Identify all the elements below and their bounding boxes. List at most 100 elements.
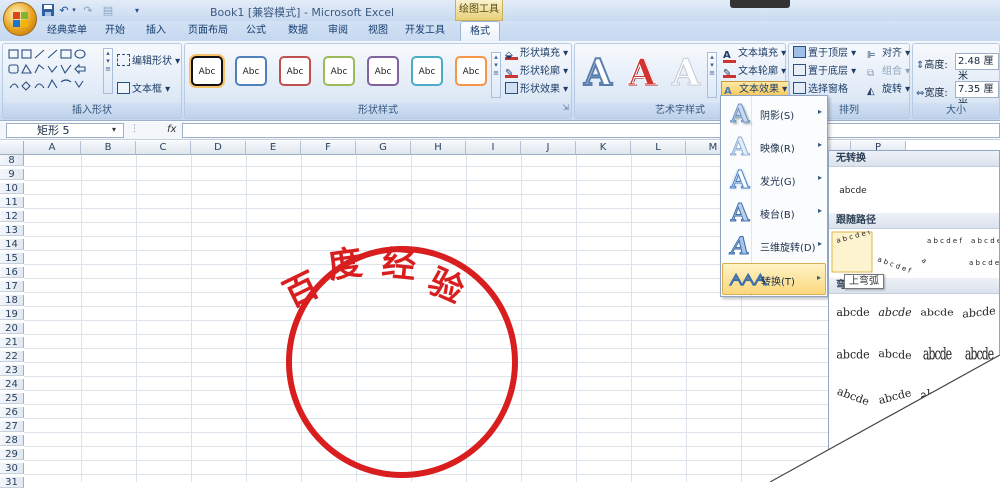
shape-style-swatch[interactable]: Abc (455, 56, 487, 86)
menu-item-shadow[interactable]: A 阴影(S) ▸ (722, 98, 826, 130)
window-controls[interactable] (730, 0, 790, 8)
wordart-gallery-scroll[interactable]: ▴ ▾ ≡ (707, 52, 717, 98)
row-header[interactable]: 23 (0, 365, 24, 376)
name-box[interactable]: 矩形 5 (6, 123, 124, 138)
row-header[interactable]: 29 (0, 449, 24, 460)
save-icon[interactable] (40, 3, 56, 18)
column-header[interactable]: D (191, 141, 246, 155)
row-header[interactable]: 24 (0, 379, 24, 390)
row-header[interactable]: 27 (0, 421, 24, 432)
group-button[interactable]: ⧉ 组合 ▾ (867, 64, 910, 80)
tab-home[interactable]: 开始 (97, 21, 133, 41)
width-input[interactable]: 7.35 厘米 (955, 81, 999, 110)
row-header[interactable]: 14 (0, 239, 24, 250)
height-input[interactable]: 2.48 厘米 (955, 53, 999, 82)
shape-style-swatch[interactable]: Abc (323, 56, 355, 86)
tab-review[interactable]: 审阅 (320, 21, 356, 41)
column-header[interactable]: G (356, 141, 411, 155)
column-header[interactable]: L (631, 141, 686, 155)
menu-item-transform[interactable]: ᗅᗅᗅ 转换(T) ▸ (722, 263, 826, 295)
row-header[interactable]: 19 (0, 309, 24, 320)
shape-gallery[interactable] (7, 48, 103, 94)
row-header[interactable]: 31 (0, 477, 24, 488)
column-header[interactable]: F (301, 141, 356, 155)
column-header[interactable]: J (521, 141, 576, 155)
tab-data[interactable]: 数据 (280, 21, 316, 41)
shape-fill-button[interactable]: ⬙ 形状填充 ▾ (505, 46, 568, 62)
row-header[interactable]: 21 (0, 337, 24, 348)
row-header[interactable]: 15 (0, 253, 24, 264)
row-header[interactable]: 28 (0, 435, 24, 446)
wordart-style-red-fill[interactable]: A (625, 54, 659, 93)
name-box-dropdown-icon[interactable]: ▾ (112, 125, 116, 134)
row-header[interactable]: 20 (0, 323, 24, 334)
text-outline-button[interactable]: ✎ 文本轮廓 ▾ (723, 64, 786, 80)
row-header[interactable]: 8 (0, 155, 24, 166)
shape-effects-button[interactable]: 形状效果 ▾ (505, 82, 568, 98)
formula-input[interactable] (182, 123, 1000, 138)
row-header[interactable]: 25 (0, 393, 24, 404)
shape-effects-icon (505, 82, 518, 94)
send-to-back-button[interactable]: 置于底层 ▾ (793, 64, 856, 80)
column-header[interactable]: E (246, 141, 301, 155)
wordart-style-white-fill[interactable]: A (669, 54, 703, 93)
warp-option[interactable]: abcde (833, 295, 873, 331)
follow-path-options[interactable]: a b c d e f a b c d e f a b c d e f a a … (831, 231, 1000, 275)
shape-style-swatch[interactable]: Abc (279, 56, 311, 86)
column-header[interactable]: A (24, 141, 81, 155)
tab-developer[interactable]: 开发工具 (400, 21, 450, 41)
select-all-corner[interactable] (0, 141, 24, 155)
edit-shape-button[interactable]: 编辑形状 ▾ (117, 54, 180, 70)
menu-item-3d-rotation[interactable]: A 三维旋转(D) ▸ (722, 230, 826, 262)
menu-item-reflection[interactable]: A 映像(R) ▸ (722, 131, 826, 163)
row-header[interactable]: 13 (0, 225, 24, 236)
shape-outline-button[interactable]: ✎ 形状轮廓 ▾ (505, 64, 568, 80)
office-button[interactable] (3, 2, 37, 36)
tab-formulas[interactable]: 公式 (238, 21, 274, 41)
tab-classic-menu[interactable]: 经典菜单 (42, 21, 92, 41)
row-header[interactable]: 11 (0, 197, 24, 208)
print-preview-icon[interactable]: ▤ (100, 3, 116, 18)
row-header[interactable]: 22 (0, 351, 24, 362)
row-header[interactable]: 9 (0, 169, 24, 180)
insert-function-button[interactable]: fx (167, 124, 176, 135)
row-header[interactable]: 12 (0, 211, 24, 222)
column-header[interactable]: H (411, 141, 466, 155)
seal-stamp[interactable]: 百 度 经 验 (270, 240, 530, 482)
text-fill-button[interactable]: A 文本填充 ▾ (723, 46, 786, 63)
column-header[interactable]: I (466, 141, 521, 155)
tab-insert[interactable]: 插入 (138, 21, 174, 41)
warp-option[interactable]: abcde (875, 295, 915, 331)
column-header[interactable]: B (81, 141, 136, 155)
redo-icon[interactable]: ↷ (80, 3, 96, 18)
shape-style-swatch[interactable]: Abc (367, 56, 399, 86)
row-header[interactable]: 30 (0, 463, 24, 474)
customize-qat-icon[interactable]: ▾ (132, 3, 142, 18)
menu-item-bevel[interactable]: A 棱台(B) ▸ (722, 197, 826, 229)
shape-gallery-scroll[interactable]: ▴ ▾ ≡ (103, 48, 113, 94)
column-header[interactable]: K (576, 141, 631, 155)
wordart-style-outline-blue[interactable]: A (581, 53, 615, 93)
shape-style-gallery-scroll[interactable]: ▴ ▾ ≡ (491, 52, 501, 98)
textbox-button[interactable]: 文本框 ▾ (117, 82, 170, 98)
row-header[interactable]: 10 (0, 183, 24, 194)
dialog-launcher-icon[interactable]: ⇲ (562, 100, 569, 115)
menu-item-glow[interactable]: A 发光(G) ▸ (722, 164, 826, 196)
row-header[interactable]: 18 (0, 295, 24, 306)
shape-style-swatch[interactable]: Abc (235, 56, 267, 86)
row-header[interactable]: 16 (0, 267, 24, 278)
tab-view[interactable]: 视图 (360, 21, 396, 41)
shape-style-swatch[interactable]: Abc (411, 56, 443, 86)
bring-to-front-button[interactable]: 置于顶层 ▾ (793, 46, 856, 62)
tab-page-layout[interactable]: 页面布局 (180, 21, 236, 41)
row-header[interactable]: 17 (0, 281, 24, 292)
warp-option[interactable]: abcde (917, 299, 957, 328)
column-header[interactable]: C (136, 141, 191, 155)
shape-style-swatch[interactable]: Abc (191, 56, 223, 86)
no-transform-option[interactable]: abcde (833, 173, 873, 209)
align-button[interactable]: ⊫ 对齐 ▾ (867, 46, 910, 62)
rotate-button[interactable]: ◭ 旋转 ▾ (867, 82, 910, 98)
tab-format[interactable]: 格式 (460, 21, 500, 41)
row-header[interactable]: 26 (0, 407, 24, 418)
undo-dropdown-icon[interactable]: ▾ (70, 3, 78, 18)
